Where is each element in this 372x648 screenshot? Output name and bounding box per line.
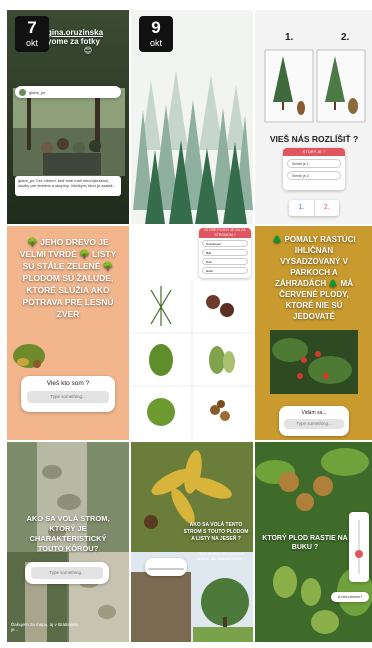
hint-text: Tento obrázok vám pomôže k určeniu, ako … (197, 552, 245, 561)
answer-input[interactable]: Type something... (27, 391, 109, 403)
yew-photo (270, 330, 358, 394)
story-text: KTORÝ PLOD RASTIE NA BUKU ? (262, 535, 348, 551)
quiz-card: KTORÉ PLODY JE SÚ ZA STROMOM ? Smrekovec… (199, 228, 251, 278)
quiz-card: KTORÝ JE ? Smrek je 1 Smrek je 2 (283, 148, 345, 190)
story-tile-7[interactable]: AKO SA VOLÁ STROM, KTORÝ JE CHARAKTERIST… (7, 442, 129, 642)
story-text: 🌳 JEHO DREVO JE VELMI TVRDÉ 🌳 LISTY SÚ S… (19, 237, 117, 319)
number-1: 1. (285, 32, 294, 43)
quiz-option[interactable]: Hrab (202, 267, 248, 274)
fruit-leaf-grid (131, 280, 253, 440)
caption: gina.oruzinska yome za fotky 😊 (47, 28, 104, 55)
story-tile-8[interactable]: AKO SA VOLÁ TENTO STROM S TOUTO PLODOM A… (131, 442, 253, 642)
story-text: 🌲 POMALY RASTÚCI IHLIČNAN VYSADZOVANÝ V … (272, 235, 356, 321)
footer-text: Ďakujem za mapu, aj v Bratislave je... (11, 622, 78, 632)
date-badge: 7 okt (15, 16, 49, 52)
story-text: AKO SA VOLÁ STROM, KTORÝ JE CHARAKTERIST… (26, 514, 110, 553)
quiz-option-2[interactable]: Smrek je 2 (287, 171, 341, 180)
quiz-title: VIEŠ NÁS ROZLÍŠIŤ ? (269, 134, 359, 144)
story-tile-6[interactable]: 🌲 POMALY RASTÚCI IHLIČNAN VYSADZOVANÝ V … (255, 226, 372, 440)
quiz-option-1[interactable]: Smrek je 1 (287, 159, 341, 168)
quiz-option[interactable]: Smrekovec (202, 240, 248, 247)
answer-input[interactable]: Type something... (31, 567, 103, 579)
answer-slider[interactable]: 1. 2. (289, 200, 339, 216)
number-2: 2. (341, 32, 350, 43)
post-user-bar[interactable]: globe_pe (15, 86, 121, 98)
story-tile-2[interactable]: 9 okt (131, 10, 253, 224)
answer-input[interactable]: Type something... (284, 419, 344, 429)
date-badge: 9 okt (139, 16, 173, 52)
story-tile-9[interactable]: KTORÝ PLOD RASTIE NA BUKU ? A vôňu strom… (255, 442, 372, 642)
slider-widget[interactable] (349, 512, 369, 582)
question-box[interactable]: Vieš kto som ? Type something... (21, 376, 115, 412)
post-text-box: globe_pe Cez víkend, keď sme mali mnohí(… (15, 176, 121, 196)
story-tile-1[interactable]: 7 okt gina.oruzinska yome za fotky 😊 glo… (7, 10, 129, 224)
avatar (19, 89, 26, 96)
story-tile-3[interactable]: 1. 2. VIEŠ NÁS ROZLÍŠIŤ ? KTORÝ JE ? Smr… (255, 10, 372, 224)
question-box[interactable]: Type something... (25, 562, 109, 584)
answer-option[interactable]: A vôňu stromu? (331, 592, 369, 602)
question-box[interactable]: Vidám sa... Type something... (279, 406, 349, 436)
story-tile-4[interactable]: 🌳 JEHO DREVO JE VELMI TVRDÉ 🌳 LISTY SÚ S… (7, 226, 129, 440)
story-tile-5[interactable]: KTORÉ PLODY JE SÚ ZA STROMOM ? Smrekovec… (131, 226, 253, 440)
oak-leaf-image (13, 344, 45, 368)
story-text: AKO SA VOLÁ TENTO STROM S TOUTO PLODOM A… (183, 522, 249, 542)
slider-box[interactable] (145, 558, 187, 576)
stories-grid: 7 okt gina.oruzinska yome za fotky 😊 glo… (7, 10, 372, 646)
quiz-option[interactable]: Dub (202, 258, 248, 265)
quiz-option[interactable]: Buk (202, 249, 248, 256)
conifer-illustrations (264, 49, 366, 123)
